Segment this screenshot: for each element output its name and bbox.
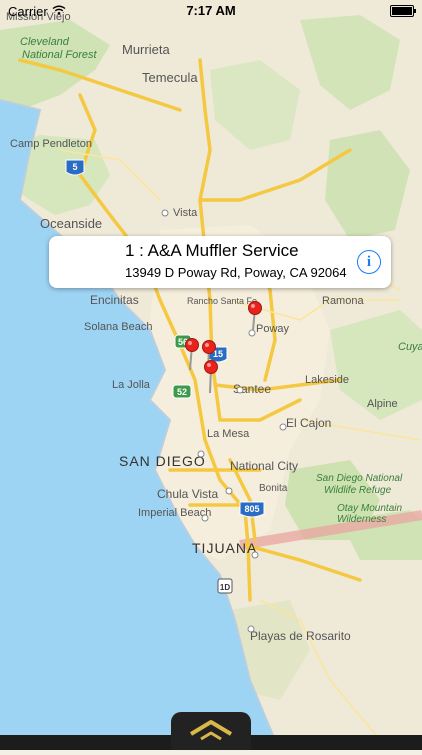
chevron-up-icon	[189, 720, 233, 741]
label-el-cajon: El Cajon	[286, 416, 331, 430]
callout-address: 13949 D Poway Rd, Poway, CA 92064	[125, 265, 347, 280]
label-national-city: National City	[230, 459, 298, 473]
shield-sr52: 52	[177, 387, 187, 397]
status-time: 7:17 AM	[186, 3, 236, 18]
battery-icon	[390, 5, 416, 17]
label-oceanside: Oceanside	[40, 216, 102, 231]
label-cuya: Cuya	[398, 341, 422, 353]
label-ramona: Ramona	[322, 295, 364, 307]
label-tijuana: TIJUANA	[192, 540, 257, 556]
label-alpine: Alpine	[367, 398, 398, 410]
label-la-jolla: La Jolla	[112, 379, 151, 391]
label-camp-pendleton: Camp Pendleton	[10, 138, 92, 150]
label-murrieta: Murrieta	[122, 42, 170, 57]
annotation-callout[interactable]: 1 : A&A Muffler Service 13949 D Poway Rd…	[49, 236, 391, 288]
drawer-handle[interactable]	[171, 712, 251, 750]
label-poway: Poway	[256, 323, 290, 335]
label-vista: Vista	[173, 207, 198, 219]
label-national-forest: National Forest	[22, 49, 98, 61]
label-bonita: Bonita	[259, 483, 288, 494]
label-refuge-2: Wildlife Refuge	[324, 485, 392, 496]
label-refuge-1: San Diego National	[316, 473, 403, 484]
info-icon[interactable]: i	[357, 250, 381, 274]
label-la-mesa: La Mesa	[207, 428, 250, 440]
label-lakeside: Lakeside	[305, 374, 349, 386]
label-cleveland: Cleveland	[20, 36, 70, 48]
label-otay-2: Wilderness	[337, 514, 386, 525]
map-view[interactable]: 5 15 52 56 805 1D Mission Viejo Clevelan…	[0, 0, 422, 750]
callout-title: 1 : A&A Muffler Service	[125, 241, 299, 260]
label-encinitas: Encinitas	[90, 293, 139, 307]
label-otay-1: Otay Mountain	[337, 503, 402, 514]
label-imperial-beach: Imperial Beach	[138, 507, 211, 519]
status-bar: Carrier 7:17 AM	[0, 0, 422, 22]
label-solana-beach: Solana Beach	[84, 321, 153, 333]
label-rancho-santa-fe: Rancho Santa Fe	[187, 296, 257, 306]
label-san-diego: SAN DIEGO	[119, 453, 206, 469]
label-temecula: Temecula	[142, 70, 198, 85]
label-playas: Playas de Rosarito	[250, 629, 351, 643]
shield-i5: 5	[72, 162, 77, 172]
shield-mx1d: 1D	[220, 583, 230, 592]
shield-sr805: 805	[244, 504, 259, 514]
label-chula-vista: Chula Vista	[157, 487, 218, 501]
